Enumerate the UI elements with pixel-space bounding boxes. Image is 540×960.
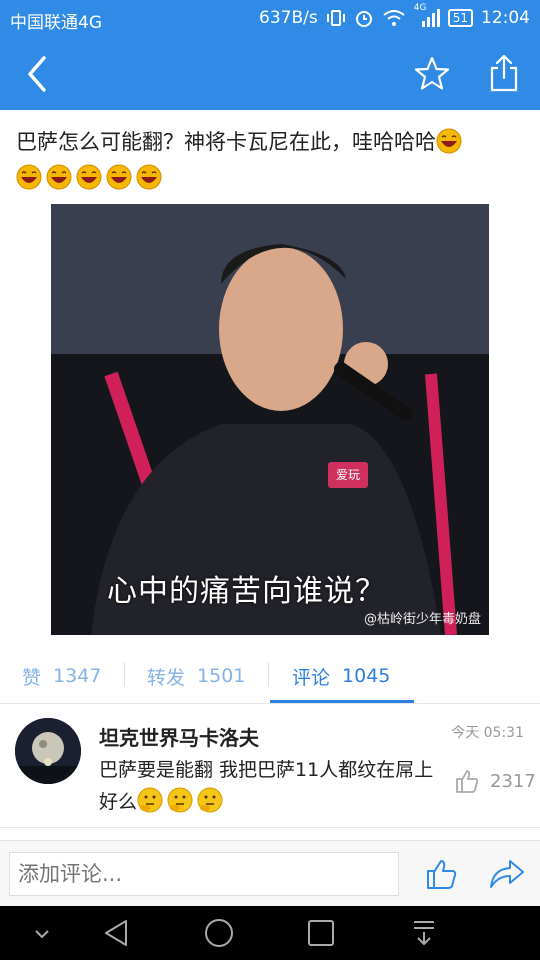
- interaction-tabs: 赞 1347 转发 1501 评论 1045: [0, 650, 540, 704]
- laughing-emoji-icon: [46, 164, 72, 190]
- back-button[interactable]: [18, 52, 58, 96]
- laughing-emoji-icon: [16, 164, 42, 190]
- tab-divider: [268, 662, 269, 686]
- thinking-emoji-icon: [137, 787, 163, 813]
- home-circle-icon[interactable]: [203, 918, 235, 948]
- laughing-emoji-icon: [76, 164, 102, 190]
- signal-icon: 4G: [414, 3, 440, 27]
- comment-like-count: 2317: [490, 770, 536, 792]
- back-triangle-icon[interactable]: [100, 918, 132, 948]
- comment-input[interactable]: [9, 852, 399, 896]
- thumbs-up-icon: [456, 770, 479, 793]
- comment-like-button[interactable]: 2317: [454, 768, 536, 794]
- post-body: 巴萨怎么可能翻？神将卡瓦尼在此，哇哈哈哈: [16, 130, 436, 154]
- forward-arrow-icon: [490, 860, 524, 888]
- back-icon: [28, 56, 46, 92]
- wifi-icon: [383, 10, 405, 26]
- comment-time: 今天 05:31: [451, 725, 524, 741]
- tab-likes[interactable]: 赞 1347: [22, 650, 101, 702]
- thinking-emoji-icon: [167, 787, 193, 813]
- comment-item: 坦克世界马卡洛夫 今天 05:31 巴萨要是能翻 我把巴萨11人都纹在屌上好么 …: [0, 704, 540, 828]
- post-image[interactable]: 爱玩 心中的痛苦向谁说？ @枯岭街少年毒奶盘: [51, 204, 489, 635]
- app-header: [0, 38, 540, 110]
- laughing-emoji-icon: [136, 164, 162, 190]
- alarm-icon: [355, 11, 372, 27]
- comment-body: 巴萨要是能翻 我把巴萨11人都纹在屌上好么: [99, 754, 439, 818]
- laughing-emoji-icon: [436, 128, 462, 154]
- notification-pull-icon[interactable]: [410, 918, 438, 948]
- tab-count: 1045: [342, 665, 391, 687]
- battery-icon: 51: [447, 9, 473, 27]
- thinking-emoji-icon: [197, 787, 223, 813]
- carrier-label: 中国联通4G: [10, 13, 102, 33]
- share-button[interactable]: [484, 52, 524, 94]
- image-watermark: @枯岭街少年毒奶盘: [363, 612, 481, 627]
- vibrate-icon: [326, 10, 345, 26]
- tab-label: 转发: [147, 666, 186, 689]
- tab-count: 1501: [197, 665, 246, 687]
- laughing-emoji-icon: [106, 164, 132, 190]
- status-bar: 中国联通4G 637B/s 4G 51 12:04: [0, 0, 540, 38]
- tab-count: 1347: [53, 665, 102, 687]
- tab-label: 赞: [22, 666, 42, 689]
- avatar-image: [15, 718, 81, 784]
- tab-divider: [124, 662, 125, 686]
- favorite-button[interactable]: [412, 54, 452, 94]
- like-post-button[interactable]: [424, 857, 458, 891]
- active-tab-indicator: [270, 700, 414, 703]
- thumbs-up-icon: [427, 860, 457, 889]
- shirt-logo: 爱玩: [328, 462, 368, 488]
- comment-input-bar: [0, 840, 540, 906]
- post-text: 巴萨怎么可能翻？神将卡瓦尼在此，哇哈哈哈: [16, 124, 528, 196]
- star-icon: [414, 56, 450, 90]
- image-caption: 心中的痛苦向谁说？: [107, 574, 386, 609]
- net-speed: 637B/s: [259, 8, 318, 28]
- status-icons: 637B/s 4G 51 12:04: [259, 3, 530, 28]
- tab-label: 评论: [292, 666, 331, 689]
- tab-reposts[interactable]: 转发 1501: [147, 650, 245, 702]
- forward-button[interactable]: [488, 857, 526, 891]
- avatar[interactable]: [15, 718, 81, 784]
- system-nav-bar: [0, 906, 540, 960]
- tab-comments[interactable]: 评论 1045: [292, 650, 390, 702]
- recents-square-icon[interactable]: [306, 918, 336, 948]
- share-icon: [490, 54, 518, 92]
- collapse-icon[interactable]: [30, 918, 54, 948]
- comment-username[interactable]: 坦克世界马卡洛夫: [99, 722, 259, 751]
- clock: 12:04: [481, 8, 530, 28]
